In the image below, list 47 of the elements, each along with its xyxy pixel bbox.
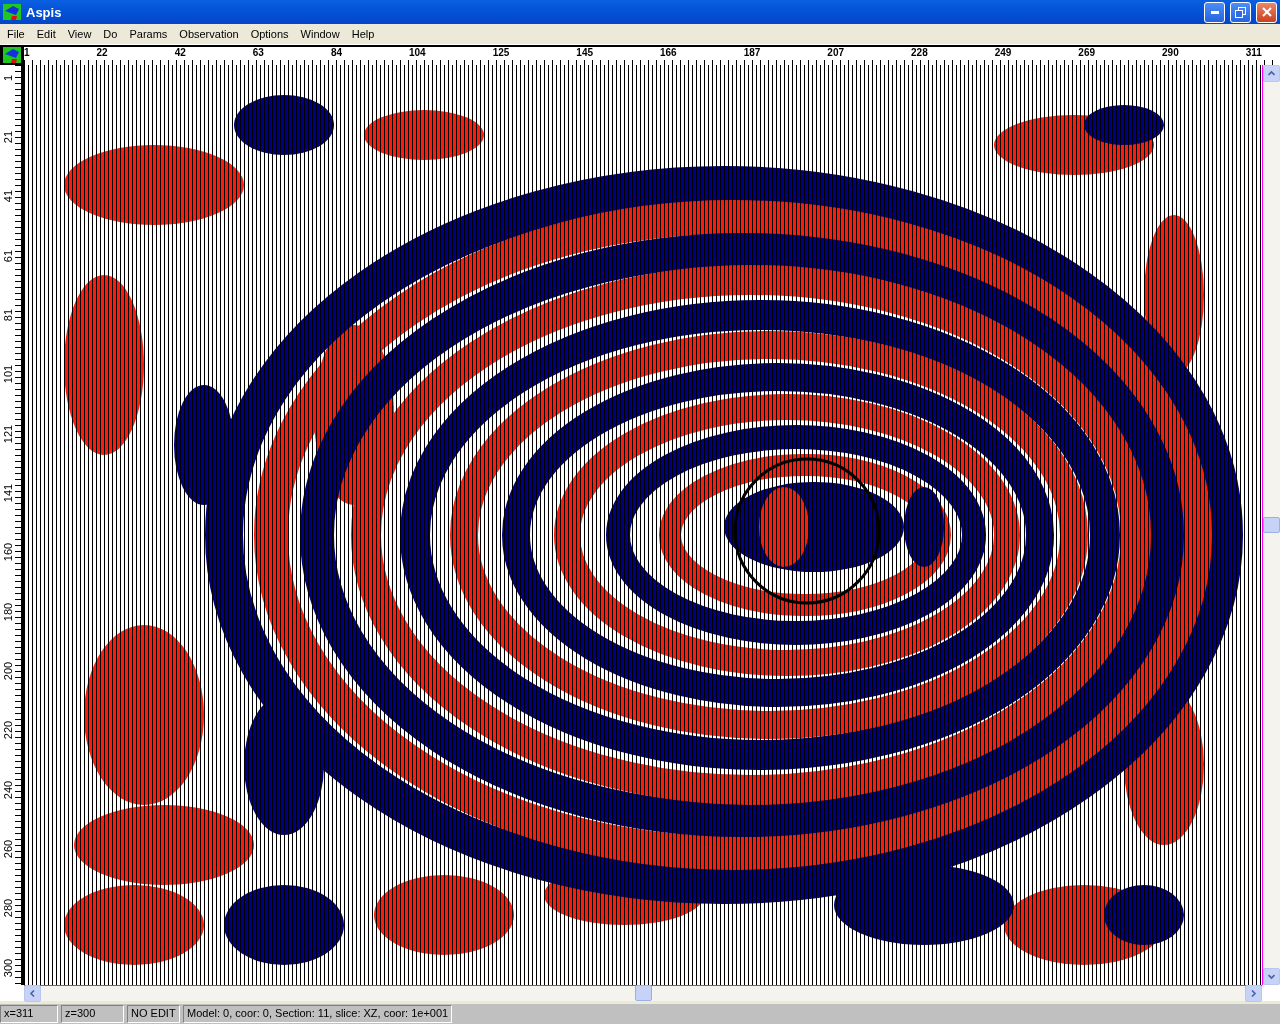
ruler-label: 145	[576, 46, 593, 60]
menu-item[interactable]: Help	[345, 27, 381, 40]
ruler-label: 1	[1, 73, 15, 83]
menu-item[interactable]: Window	[294, 27, 346, 40]
ruler-label: 249	[994, 46, 1012, 60]
ruler-label: 228	[911, 46, 928, 60]
menu-item[interactable]: Options	[244, 27, 295, 40]
ruler-label: 42	[174, 46, 186, 60]
menu-item[interactable]: Params	[123, 27, 174, 40]
ruler-label: 21	[1, 130, 15, 143]
ruler-label: 41	[1, 190, 15, 203]
window-title: Aspis	[26, 4, 63, 20]
scrollbar-thumb[interactable]	[634, 985, 652, 1002]
app-logo-icon	[3, 4, 21, 21]
ruler-label: 84	[330, 46, 342, 60]
scroll-down-button[interactable]	[1263, 967, 1280, 985]
status-field: Model: 0, coor: 0, Section: 11, slice: XZ, coor: 1e+001	[183, 1004, 453, 1023]
scrollbar-thumb[interactable]	[1263, 516, 1280, 533]
minimize-button[interactable]	[1204, 1, 1225, 23]
ruler-label: 166	[660, 46, 677, 60]
ruler-label: 22	[96, 46, 108, 60]
ruler-label: 61	[1, 249, 15, 262]
ruler-label: 290	[1162, 46, 1179, 60]
ruler-label: 207	[827, 46, 845, 60]
ruler-label: 104	[409, 46, 426, 60]
ruler-label: 125	[492, 46, 510, 60]
close-button[interactable]	[1256, 1, 1277, 23]
minimize-icon	[1210, 10, 1219, 14]
restore-icon	[1235, 6, 1246, 18]
ruler-label: 63	[252, 46, 264, 60]
restore-button[interactable]	[1230, 1, 1251, 23]
ruler-label: 187	[743, 46, 761, 60]
vertical-scrollbar[interactable]	[1262, 64, 1280, 985]
ruler-label: 269	[1078, 46, 1096, 60]
status-field: NO EDIT	[127, 1004, 180, 1023]
menu-item[interactable]: View	[61, 27, 98, 40]
status-field: x=311	[0, 1004, 58, 1023]
ruler-label: 1	[24, 46, 30, 60]
menu-item[interactable]: Observation	[173, 27, 245, 40]
menu-item[interactable]: Edit	[30, 27, 62, 40]
ruler-label: 311	[1245, 46, 1262, 60]
menu-item[interactable]: Do	[97, 27, 124, 40]
menu-item[interactable]: File	[1, 27, 31, 40]
close-icon	[1261, 7, 1272, 18]
app-logo-icon	[3, 46, 21, 63]
ruler-label: 81	[1, 308, 15, 321]
status-field: z=300	[61, 1004, 124, 1023]
